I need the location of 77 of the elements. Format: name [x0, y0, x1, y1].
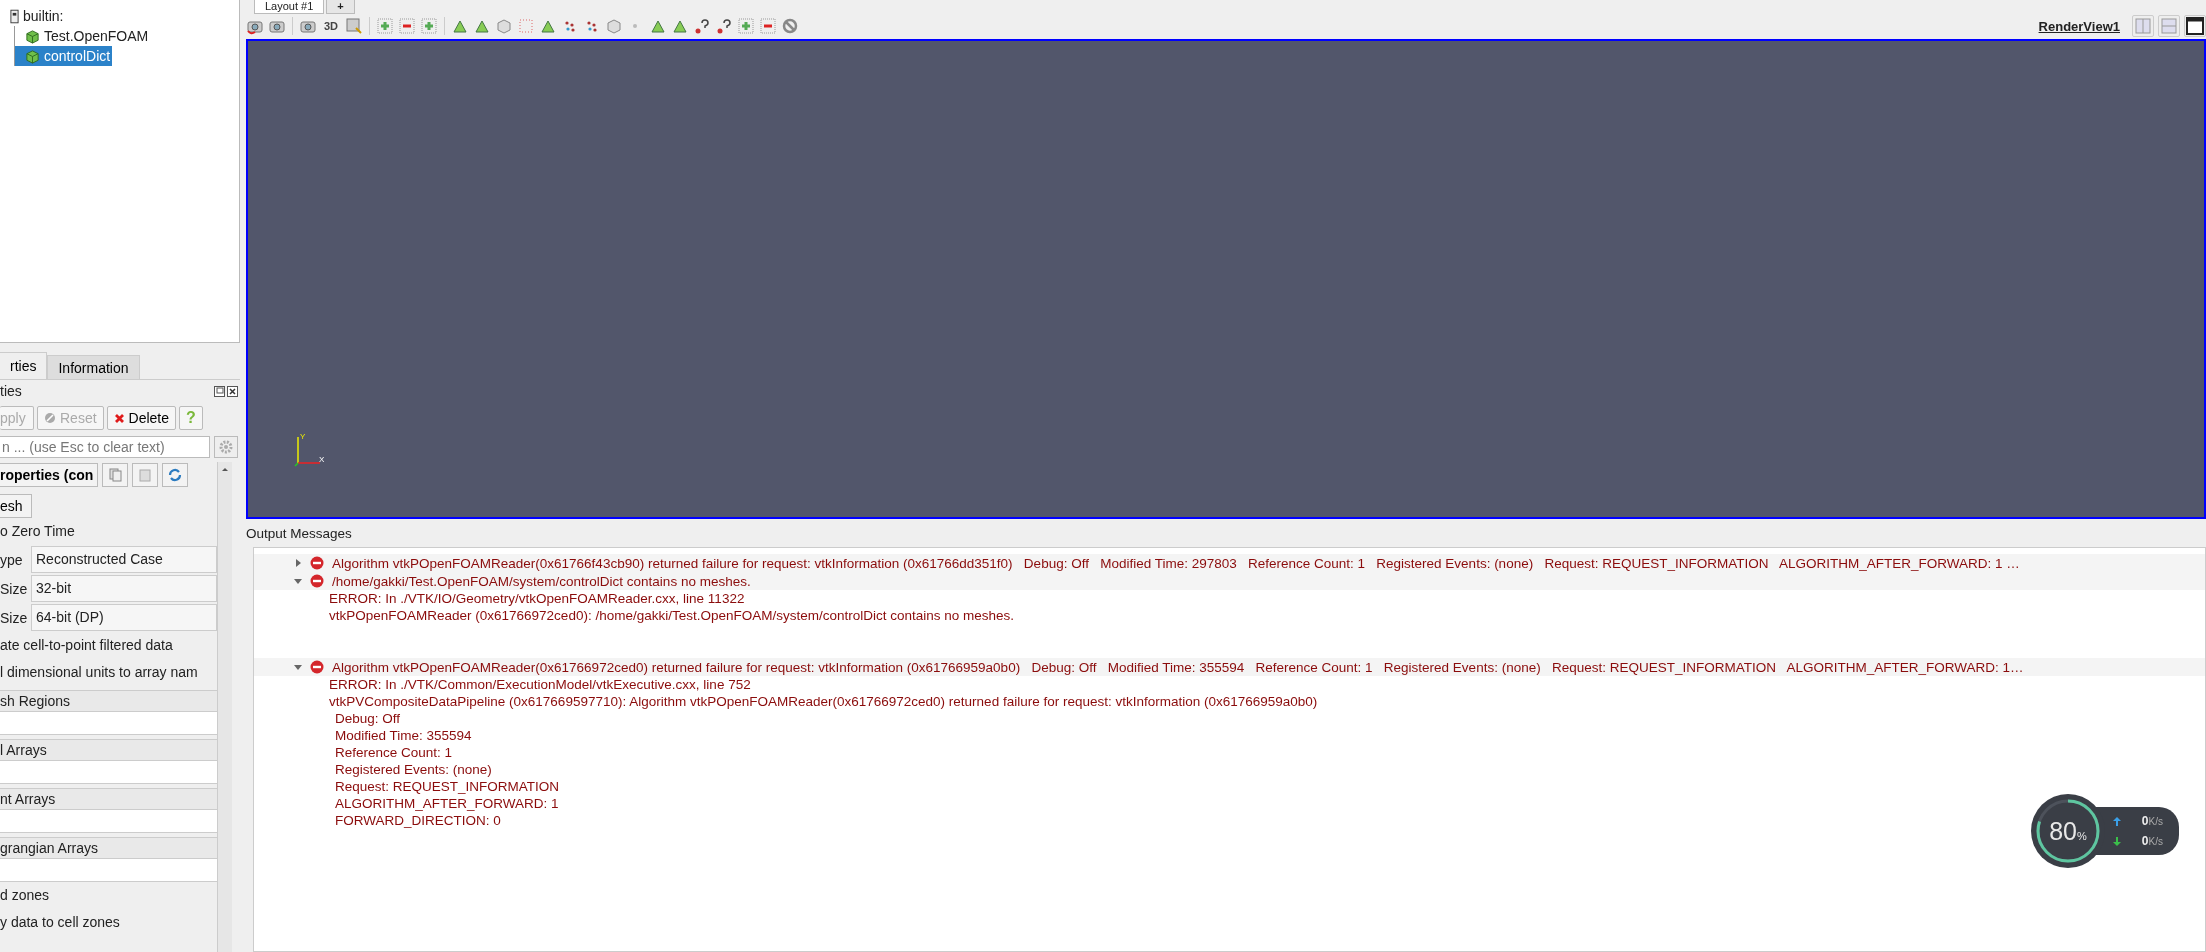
property-label: l dimensional units to array nam	[0, 663, 199, 682]
expand-arrow-icon[interactable]	[294, 559, 302, 567]
message-detail: Registered Events: (none)	[335, 761, 492, 778]
down-arrow-icon	[2113, 836, 2121, 846]
dropdown[interactable]: Reconstructed Case	[31, 546, 217, 573]
zoom-icon[interactable]	[345, 17, 364, 35]
cube-icon[interactable]	[495, 17, 514, 35]
plus-icon[interactable]	[376, 17, 395, 35]
message-detail: Debug: Off	[335, 710, 401, 727]
view-mode-button[interactable]: 3D	[321, 20, 342, 32]
message-detail: FORWARD_DIRECTION: 0	[335, 812, 501, 829]
tree-item[interactable]: controlDict	[14, 46, 113, 66]
message-text: /home/gakki/Test.OpenFOAM/system/controlDict contains no meshes.	[332, 573, 751, 589]
message-detail: Reference Count: 1	[335, 744, 453, 761]
expand-arrow-icon[interactable]	[294, 663, 302, 671]
property-label: Size	[0, 609, 25, 626]
section-button[interactable]: roperties (con	[0, 463, 99, 487]
layout-tab[interactable]: Layout #1	[254, 0, 325, 14]
message-detail: ALGORITHM_AFTER_FORWARD: 1	[335, 795, 559, 812]
message-detail: vtkPOpenFOAMReader (0x61766972ced0): /home/gakki/Test.OpenFOAM/system/controlDict contains no meshes.	[329, 607, 1015, 624]
property-label: ate cell-to-point filtered data	[0, 636, 174, 655]
message-detail: Request: REQUEST_INFORMATION	[335, 778, 560, 795]
settings-button[interactable]	[214, 436, 238, 458]
panel-button[interactable]: Delete	[106, 406, 177, 430]
cube-icon[interactable]	[605, 17, 624, 35]
message-text: Algorithm vtkPOpenFOAMReader(0x61766972ced0) returned failure for request: vtkInformation (0x61766959a0b0) Debug: Off Modified Time: 355594 Reference Count: 1 Registered Events: (none) Request: REQUEST_INFORMATION ALGORITHM_AFTER_FORWARD: 1…	[332, 659, 2024, 675]
refresh-icon	[167, 467, 184, 483]
add-layout-tab[interactable]: +	[326, 0, 355, 14]
view-name-link[interactable]: RenderView1	[2038, 18, 2120, 34]
panel-tab[interactable]: Information	[47, 355, 140, 379]
expand-arrow-icon[interactable]	[294, 577, 302, 585]
property-label: ype	[0, 551, 24, 568]
question-icon[interactable]	[693, 17, 712, 35]
panel-tab[interactable]: rties	[0, 352, 48, 379]
prohibit-icon[interactable]	[781, 17, 800, 35]
refresh-button[interactable]	[162, 463, 189, 487]
message-detail: ERROR: In ./VTK/Common/ExecutionModel/vtkExecutive.cxx, line 752	[329, 676, 751, 693]
dropdown[interactable]: 32-bit	[31, 575, 217, 602]
list-header[interactable]: grangian Arrays	[0, 837, 217, 859]
property-label: o Zero Time	[0, 522, 76, 541]
tree-item[interactable]: builtin:	[0, 6, 66, 26]
up-arrow-icon	[2113, 816, 2121, 826]
maximize-button[interactable]	[2184, 15, 2206, 37]
minus-icon[interactable]	[398, 17, 417, 35]
message-detail: ERROR: In ./VTK/IO/Geometry/vtkOpenFOAMReader.cxx, line 11322	[329, 590, 745, 607]
dropdown[interactable]: 64-bit (DP)	[31, 604, 217, 631]
refresh-mesh-button[interactable]: esh	[0, 494, 32, 518]
close-icon[interactable]	[227, 385, 238, 397]
list-header[interactable]: l Arrays	[0, 739, 217, 761]
cube-icon	[25, 48, 40, 64]
speed-value: 0K/s	[2141, 814, 2163, 828]
minus-icon[interactable]	[759, 17, 778, 35]
server-icon	[10, 8, 19, 24]
axes-triad-drawing: Y X	[292, 431, 326, 467]
panel-title: Output Messages	[246, 525, 353, 543]
message-text: Algorithm vtkPOpenFOAMReader(0x61766f43cb90) returned failure for request: vtkInformation (0x61766dd351f0) Debug: Off Modified Time: 297803 Reference Count: 1 Registered Events: (none) Request: REQUEST_INFORMATION ALGORITHM_AFTER_FORWARD: 1 …	[332, 555, 2020, 571]
scrollbar[interactable]	[217, 462, 232, 952]
message-detail: Modified Time: 355594	[335, 727, 472, 744]
property-label: Size	[0, 580, 25, 597]
plus-minus-icon[interactable]	[420, 17, 439, 35]
panel-title: ties	[0, 383, 22, 399]
question-icon[interactable]	[715, 17, 734, 35]
property-label: y data to cell zones	[0, 913, 121, 932]
cube-icon	[25, 28, 40, 44]
render-view[interactable]: Y X	[246, 39, 2206, 519]
float-icon[interactable]	[214, 385, 225, 397]
search-field[interactable]: n ... (use Esc to clear text)	[0, 436, 210, 458]
list-header[interactable]: nt Arrays	[0, 788, 217, 810]
speed-value: 0K/s	[2141, 834, 2163, 848]
message-detail: vtkPVCompositeDataPipeline (0x617669597710): Algorithm vtkPOpenFOAMReader(0x61766972ced0) returned failure for request: vtkInformation (0x61766959a0b0)	[329, 693, 1318, 710]
list-header[interactable]: sh Regions	[0, 690, 217, 712]
property-label: d zones	[0, 886, 51, 905]
cross-icon	[113, 412, 125, 424]
paste-icon	[137, 467, 154, 483]
prohibit-icon	[44, 412, 56, 424]
up-arrow-icon[interactable]	[221, 466, 229, 472]
copy-icon	[107, 467, 124, 483]
